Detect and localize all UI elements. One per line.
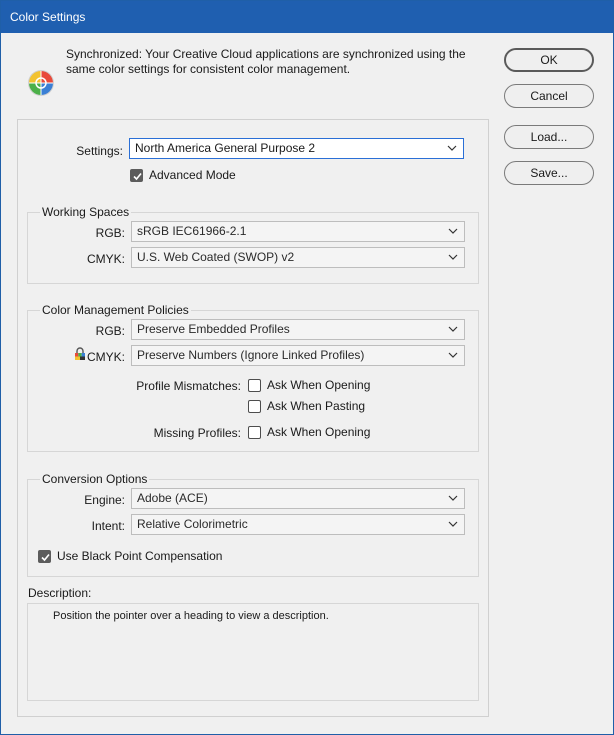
working-spaces-title: Working Spaces [40, 205, 132, 219]
dialog-title: Color Settings [1, 1, 613, 33]
description-box: Position the pointer over a heading to v… [27, 603, 479, 701]
policies-rgb-dropdown[interactable]: Preserve Embedded Profiles [131, 319, 465, 340]
chevron-down-icon [448, 326, 458, 332]
working-cmyk-label: CMYK: [86, 252, 125, 266]
advanced-mode-label: Advanced Mode [149, 168, 236, 182]
working-cmyk-dropdown[interactable]: U.S. Web Coated (SWOP) v2 [131, 247, 465, 268]
chevron-down-icon [448, 495, 458, 501]
settings-dropdown[interactable]: North America General Purpose 2 [129, 138, 464, 159]
settings-dropdown-value: North America General Purpose 2 [135, 141, 316, 155]
dialog-content: Synchronized: Your Creative Cloud applic… [1, 33, 613, 734]
engine-label: Engine: [84, 493, 125, 507]
chevron-down-icon [448, 228, 458, 234]
color-settings-dialog: Color Settings Synchronized: Your Creati… [0, 0, 614, 735]
chevron-down-icon [448, 521, 458, 527]
missing-ask-when-opening-label: Ask When Opening [267, 425, 371, 439]
checkmark-icon [133, 172, 142, 181]
policies-rgb-label: RGB: [95, 324, 125, 338]
ask-when-pasting-label: Ask When Pasting [267, 399, 366, 413]
working-rgb-label: RGB: [95, 226, 125, 240]
policies-cmyk-label: CMYK: [87, 350, 126, 364]
intent-dropdown[interactable]: Relative Colorimetric [131, 514, 465, 535]
engine-dropdown[interactable]: Adobe (ACE) [131, 488, 465, 509]
engine-value: Adobe (ACE) [137, 491, 208, 505]
working-rgb-dropdown[interactable]: sRGB IEC61966-2.1 [131, 221, 465, 242]
sync-message: Synchronized: Your Creative Cloud applic… [66, 47, 466, 76]
black-point-compensation-checkbox[interactable] [38, 550, 51, 563]
policies-rgb-value: Preserve Embedded Profiles [137, 322, 290, 336]
cancel-button[interactable]: Cancel [504, 84, 594, 108]
advanced-mode-checkbox[interactable] [130, 169, 143, 182]
color-sync-icon [28, 70, 54, 96]
ask-when-opening-checkbox[interactable] [248, 379, 261, 392]
description-text: Position the pointer over a heading to v… [53, 610, 329, 622]
intent-label: Intent: [91, 519, 125, 533]
working-cmyk-value: U.S. Web Coated (SWOP) v2 [137, 250, 295, 264]
intent-value: Relative Colorimetric [137, 517, 248, 531]
profile-mismatches-label: Profile Mismatches: [136, 379, 241, 393]
missing-ask-when-opening-checkbox[interactable] [248, 426, 261, 439]
lock-icon [75, 347, 85, 360]
policies-cmyk-dropdown[interactable]: Preserve Numbers (Ignore Linked Profiles… [131, 345, 465, 366]
settings-label: Settings: [76, 144, 123, 158]
missing-profiles-label: Missing Profiles: [153, 426, 241, 440]
ask-when-pasting-checkbox[interactable] [248, 400, 261, 413]
ok-button[interactable]: OK [504, 48, 594, 72]
policies-cmyk-value: Preserve Numbers (Ignore Linked Profiles… [137, 348, 365, 362]
policies-title: Color Management Policies [40, 303, 191, 317]
description-label: Description: [28, 586, 92, 600]
checkmark-icon [41, 553, 50, 562]
load-button[interactable]: Load... [504, 125, 594, 149]
chevron-down-icon [448, 352, 458, 358]
chevron-down-icon [447, 145, 457, 151]
ask-when-opening-label: Ask When Opening [267, 378, 371, 392]
save-button[interactable]: Save... [504, 161, 594, 185]
black-point-compensation-label: Use Black Point Compensation [57, 549, 223, 563]
conversion-title: Conversion Options [40, 472, 150, 486]
working-rgb-value: sRGB IEC61966-2.1 [137, 224, 247, 238]
chevron-down-icon [448, 254, 458, 260]
